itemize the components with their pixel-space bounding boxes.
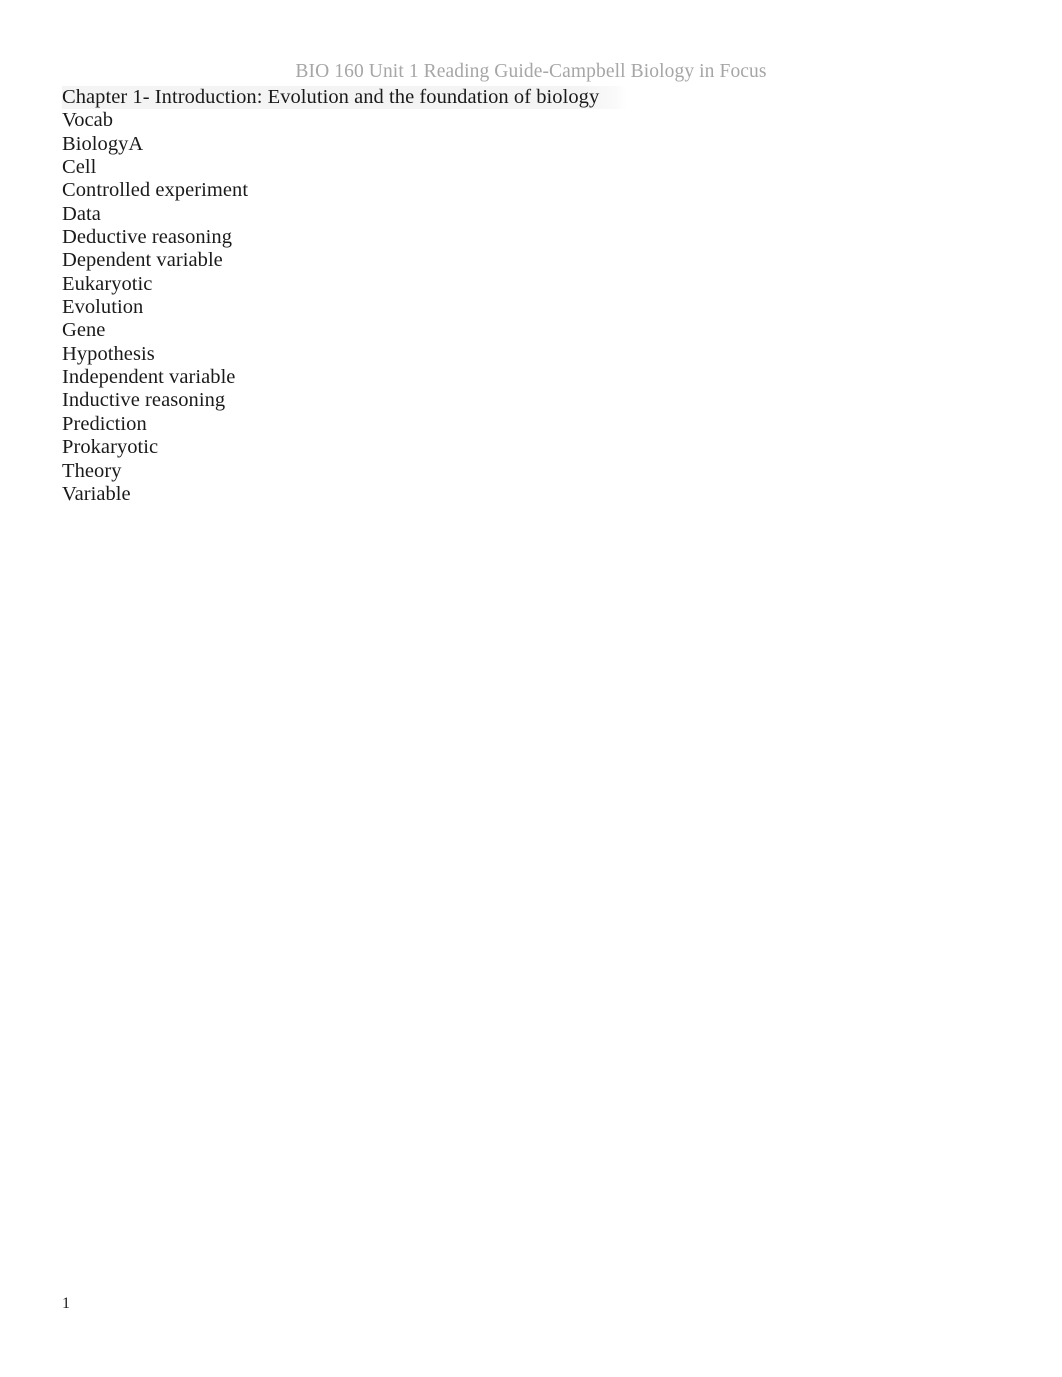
page-number: 1 <box>62 1295 70 1312</box>
list-item: Variable <box>62 482 131 505</box>
list-item: Prediction <box>62 412 147 435</box>
list-item: BiologyA <box>62 132 144 155</box>
list-item: Evolution <box>62 296 144 319</box>
vocab-section-heading: Vocab <box>62 109 114 132</box>
document-page: BIO 160 Unit 1 Reading Guide-Campbell Bi… <box>0 0 1062 1377</box>
list-item: Theory <box>62 459 122 482</box>
list-item: Controlled experiment <box>62 179 249 202</box>
chapter-title: Chapter 1- Introduction: Evolution and t… <box>62 86 628 110</box>
chapter-title-line: Chapter 1- Introduction: Evolution and t… <box>62 86 962 110</box>
list-item: Deductive reasoning <box>62 226 233 249</box>
document-body: Chapter 1- Introduction: Evolution and t… <box>62 86 962 506</box>
list-item: Independent variable <box>62 366 236 389</box>
vocab-list: BiologyA Cell Controlled experiment Data… <box>62 133 962 507</box>
list-item: Gene <box>62 319 106 342</box>
running-header: BIO 160 Unit 1 Reading Guide-Campbell Bi… <box>295 61 767 82</box>
list-item: Inductive reasoning <box>62 389 226 412</box>
list-item: Data <box>62 202 101 225</box>
list-item: Eukaryotic <box>62 272 153 295</box>
list-item: Dependent variable <box>62 249 223 272</box>
list-item: Prokaryotic <box>62 436 159 459</box>
list-item: Hypothesis <box>62 342 155 365</box>
list-item: Cell <box>62 156 97 179</box>
